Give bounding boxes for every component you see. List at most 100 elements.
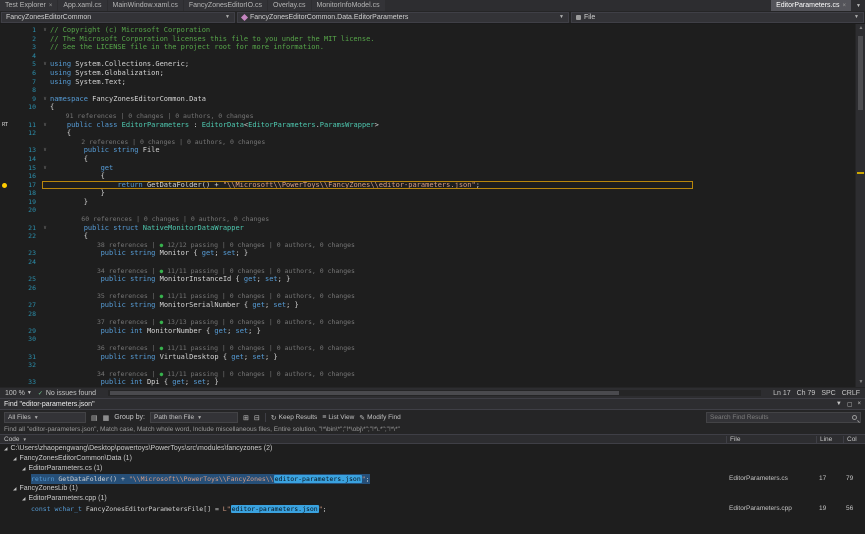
breakpoint-margin[interactable] [0, 60, 16, 69]
code-line[interactable]: 32 [0, 361, 855, 370]
breakpoint-margin[interactable] [0, 258, 16, 267]
code-line[interactable]: 2// The Microsoft Corporation licenses t… [0, 35, 855, 44]
close-icon[interactable]: × [49, 3, 53, 9]
code-line[interactable]: 15∨ get [0, 164, 855, 173]
line-indicator[interactable]: Ln 17 [773, 390, 791, 397]
breakpoint-margin[interactable] [0, 181, 16, 190]
codelens-row[interactable]: 2 references | 0 changes | 0 authors, 0 … [0, 138, 855, 147]
code-line[interactable]: 14 { [0, 155, 855, 164]
column-indicator[interactable]: Ch 79 [797, 390, 816, 397]
editor-horizontal-scrollbar[interactable] [108, 390, 761, 396]
breakpoint-margin[interactable] [0, 95, 16, 104]
fold-chevron-icon[interactable]: ∨ [40, 26, 50, 35]
breakpoint-margin[interactable] [0, 249, 16, 258]
breakpoint-margin[interactable] [0, 353, 16, 362]
code-line[interactable]: 7using System.Text; [0, 78, 855, 87]
breakpoint-margin[interactable] [0, 189, 16, 198]
breakpoint-margin[interactable] [0, 284, 16, 293]
lightbulb-icon[interactable] [2, 183, 7, 188]
breakpoint-margin[interactable] [0, 292, 16, 301]
codelens-row[interactable]: 35 references | ● 11/11 passing | 0 chan… [0, 292, 855, 301]
tab-overlay-cs[interactable]: Overlay.cs [268, 0, 311, 11]
code-line[interactable]: 22 { [0, 232, 855, 241]
breakpoint-margin[interactable] [0, 301, 16, 310]
editor-vertical-scrollbar[interactable]: ▲ ▼ [855, 24, 865, 387]
code-line[interactable]: 21∨ public struct NativeMonitorDataWrapp… [0, 224, 855, 233]
tab-monitorinfomodel-cs[interactable]: MonitorInfoModel.cs [312, 0, 385, 11]
breakpoint-margin[interactable] [0, 155, 16, 164]
find-panel-titlebar[interactable]: Find "editor-parameters.json" ▼ ▢ × [0, 399, 865, 410]
code-line[interactable]: 24 [0, 258, 855, 267]
copy-results-icon[interactable]: ▦ [103, 414, 110, 422]
code-line[interactable]: 12 { [0, 129, 855, 138]
scroll-down-icon[interactable]: ▼ [856, 378, 865, 387]
code-line[interactable]: 31 public string VirtualDesktop { get; s… [0, 353, 855, 362]
breakpoint-margin[interactable] [0, 370, 16, 379]
code-line[interactable]: 1∨// Copyright (c) Microsoft Corporation [0, 26, 855, 35]
find-group-row[interactable]: ◢EditorParameters.cpp (1) [0, 494, 865, 504]
scrollbar-thumb[interactable] [110, 391, 619, 395]
search-find-results-box[interactable] [706, 412, 861, 423]
codelens-row[interactable]: 38 references | ● 12/12 passing | 0 chan… [0, 241, 855, 250]
breakpoint-margin[interactable] [0, 335, 16, 344]
breakpoint-margin[interactable] [0, 112, 16, 121]
breakpoint-margin[interactable] [0, 69, 16, 78]
breakpoint-margin[interactable]: RT [0, 121, 16, 130]
document-health-indicator[interactable]: ✓ No issues found [38, 390, 96, 397]
group-by-dropdown[interactable]: Path then File ▼ [150, 412, 238, 423]
breakpoint-margin[interactable] [0, 146, 16, 155]
code-line[interactable]: 9∨namespace FancyZonesEditorCommon.Data [0, 95, 855, 104]
expander-icon[interactable]: ◢ [13, 454, 16, 464]
expand-all-icon[interactable]: ⊞ [243, 414, 249, 422]
breakpoint-margin[interactable] [0, 198, 16, 207]
code-line[interactable]: 6using System.Globalization; [0, 69, 855, 78]
find-group-row[interactable]: ◢FancyZonesEditorCommon\Data (1) [0, 454, 865, 464]
fold-chevron-icon[interactable]: ∨ [40, 95, 50, 104]
find-group-row[interactable]: ◢FancyZonesLib (1) [0, 484, 865, 494]
code-line[interactable]: 18 } [0, 189, 855, 198]
code-line[interactable]: 20 [0, 206, 855, 215]
find-result-row[interactable]: const wchar_t FancyZonesEditorParameters… [0, 504, 865, 514]
open-file-icon[interactable]: ▤ [91, 414, 98, 422]
search-icon[interactable] [852, 415, 857, 420]
code-editor[interactable]: 1∨// Copyright (c) Microsoft Corporation… [0, 24, 865, 387]
column-header-col[interactable]: Col [843, 436, 865, 443]
tab-test-explorer[interactable]: Test Explorer × [0, 0, 57, 11]
scrollbar-thumb[interactable] [858, 36, 863, 110]
scroll-up-icon[interactable]: ▲ [856, 24, 865, 33]
code-line[interactable]: 26 [0, 284, 855, 293]
project-dropdown[interactable]: FancyZonesEditorCommon ▼ [1, 12, 235, 23]
codelens-row[interactable]: 91 references | 0 changes | 0 authors, 0… [0, 112, 855, 121]
float-window-icon[interactable]: ▢ [847, 401, 853, 408]
tab-list-dropdown-icon[interactable]: ▼ [852, 0, 865, 11]
find-result-row[interactable]: return GetDataFolder() + "\\Microsoft\\P… [0, 474, 865, 484]
expander-icon[interactable]: ◢ [22, 464, 25, 474]
codelens-row[interactable]: 60 references | 0 changes | 0 authors, 0… [0, 215, 855, 224]
close-icon[interactable]: × [842, 3, 846, 9]
breakpoint-margin[interactable] [0, 224, 16, 233]
type-dropdown[interactable]: FancyZonesEditorCommon.Data.EditorParame… [237, 12, 569, 23]
breakpoint-margin[interactable] [0, 215, 16, 224]
breakpoint-margin[interactable] [0, 103, 16, 112]
breakpoint-margin[interactable] [0, 26, 16, 35]
breakpoint-margin[interactable] [0, 361, 16, 370]
tab-editorparameters-cs-active[interactable]: EditorParameters.cs × [771, 0, 851, 11]
fold-chevron-icon[interactable]: ∨ [40, 224, 50, 233]
keep-results-button[interactable]: ↻ Keep Results [271, 414, 318, 422]
code-line[interactable]: 17 return GetDataFolder() + "\\Microsoft… [0, 181, 855, 190]
breakpoint-margin[interactable] [0, 232, 16, 241]
breakpoint-margin[interactable] [0, 344, 16, 353]
breakpoint-margin[interactable] [0, 35, 16, 44]
breakpoint-margin[interactable] [0, 310, 16, 319]
breakpoint-margin[interactable] [0, 241, 16, 250]
breakpoint-margin[interactable] [0, 267, 16, 276]
code-line[interactable]: 29 public int MonitorNumber { get; set; … [0, 327, 855, 336]
code-line[interactable]: 23 public string Monitor { get; set; } [0, 249, 855, 258]
codelens-row[interactable]: 34 references | ● 11/11 passing | 0 chan… [0, 267, 855, 276]
search-find-results-input[interactable] [710, 414, 852, 421]
column-header-file[interactable]: File [726, 436, 816, 443]
breakpoint-margin[interactable] [0, 318, 16, 327]
breakpoint-margin[interactable] [0, 78, 16, 87]
code-line[interactable]: 25 public string MonitorInstanceId { get… [0, 275, 855, 284]
code-line[interactable]: 27 public string MonitorSerialNumber { g… [0, 301, 855, 310]
